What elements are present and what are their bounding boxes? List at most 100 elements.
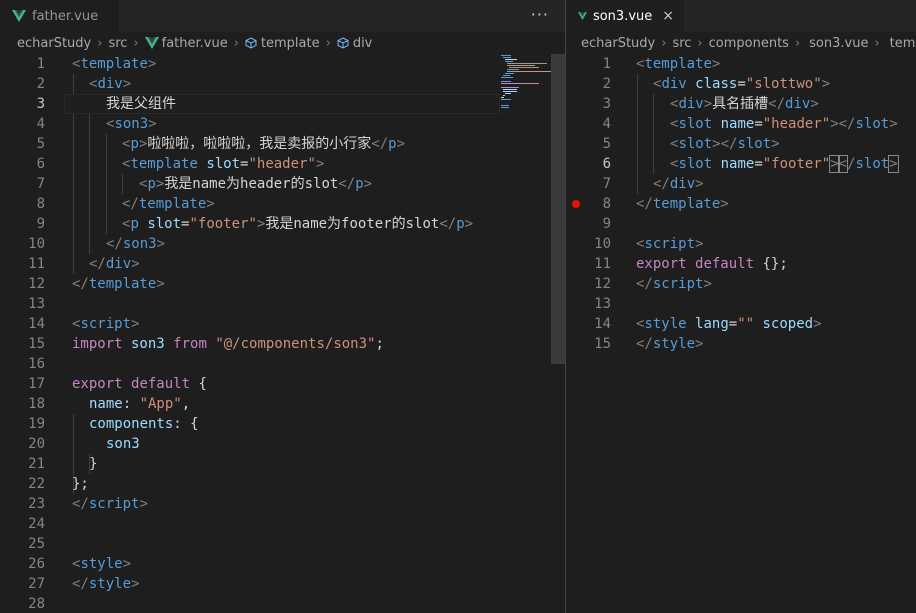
line-number: 8 (602, 196, 611, 212)
code-line: <p>我是name为header的slot</p> (139, 176, 373, 192)
code-line: <script> (72, 316, 140, 332)
code-line: 我是父组件 (106, 96, 176, 112)
line-number: 17 (28, 376, 45, 392)
line-number: 5 (36, 136, 45, 152)
code-line: <slot name="footer"></slot> (670, 155, 899, 173)
line-number: 11 (28, 256, 45, 272)
code-line: <slot name="header"></slot> (670, 116, 898, 132)
breadcrumb-item[interactable]: src (672, 36, 691, 51)
breadcrumb-item[interactable]: temp (890, 36, 916, 51)
line-number: 9 (602, 216, 611, 232)
code-line: <div>具名插槽</div> (670, 96, 819, 112)
breadcrumb-item[interactable]: echarStudy (17, 36, 91, 51)
line-number: 16 (28, 356, 45, 372)
code-line: <template> (636, 56, 721, 72)
line-number: 20 (28, 436, 45, 452)
line-number: 15 (594, 336, 611, 352)
tab-father-vue[interactable]: father.vue (0, 0, 119, 32)
line-number: 7 (36, 176, 45, 192)
breadcrumb-item[interactable]: template (261, 36, 320, 51)
code-line: <template> (72, 56, 157, 72)
code-line: components: { (89, 416, 199, 432)
vertical-scrollbar[interactable] (551, 54, 565, 364)
tab-label: father.vue (32, 8, 99, 24)
line-number: 12 (594, 276, 611, 292)
code-line: name: "App", (89, 396, 191, 412)
line-number: 15 (28, 336, 45, 352)
code-line: <style> (72, 556, 132, 572)
line-number: 1 (36, 56, 45, 72)
line-number: 27 (28, 576, 45, 592)
line-number: 5 (602, 136, 611, 152)
breadcrumb-item[interactable]: src (108, 36, 127, 51)
code-line: <div class="slottwo"> (653, 76, 831, 92)
tab-label: son3.vue (592, 8, 653, 24)
code-line: </template> (72, 276, 165, 292)
tab-son3-vue[interactable]: son3.vue × (566, 0, 684, 32)
close-icon[interactable]: × (662, 8, 674, 24)
code-line: </template> (636, 196, 729, 212)
code-editor[interactable]: 1 <template> 2 <div class="slottwo"> 3 <div… (566, 54, 916, 613)
line-number: 26 (28, 556, 45, 572)
line-number: 18 (28, 396, 45, 412)
line-number: 7 (602, 176, 611, 192)
line-number: 6 (602, 156, 611, 172)
breadcrumb-item[interactable]: echarStudy (581, 36, 655, 51)
line-number: 11 (594, 256, 611, 272)
line-number: 28 (28, 596, 45, 612)
code-line: export default {}; (636, 256, 788, 272)
line-number: 19 (28, 416, 45, 432)
code-line: <slot></slot> (670, 136, 780, 152)
code-line: import son3 from "@/components/son3"; (72, 336, 384, 352)
chevron-right-icon: › (874, 35, 880, 51)
vue-icon (144, 37, 159, 49)
line-number: 21 (28, 456, 45, 472)
line-number: 13 (28, 296, 45, 312)
left-tab-bar: father.vue ··· (0, 0, 565, 32)
breadcrumb-item[interactable]: son3.vue (809, 36, 868, 51)
code-line: <son3> (106, 116, 157, 132)
symbol-cube-icon (337, 37, 349, 49)
code-line: <style lang="" scoped> (636, 316, 822, 332)
code-line: export default { (72, 376, 207, 392)
line-number: 1 (602, 56, 611, 72)
right-tab-bar: son3.vue × (566, 0, 916, 32)
code-line: </script> (72, 496, 148, 512)
line-number: 14 (594, 316, 611, 332)
breadcrumb-item[interactable]: father.vue (162, 36, 228, 51)
line-number: 3 (602, 96, 611, 112)
left-editor-pane: father.vue ··· echarStudy › src › father… (0, 0, 565, 613)
vue-icon (578, 12, 587, 20)
line-number: 12 (28, 276, 45, 292)
code-line: </div> (89, 256, 140, 272)
breadcrumb: echarStudy › src › components › son3.vue… (566, 32, 916, 54)
code-line: <p slot="footer">我是name为footer的slot</p> (122, 216, 474, 232)
code-line: </son3> (106, 236, 166, 252)
chevron-right-icon: › (133, 35, 139, 51)
line-number: 4 (602, 116, 611, 132)
code-line: <p>啦啦啦，啦啦啦，我是卖报的小行家</p> (122, 136, 406, 152)
code-line: </template> (122, 196, 215, 212)
code-line: </script> (636, 276, 712, 292)
chevron-right-icon: › (97, 35, 103, 51)
code-line: <script> (636, 236, 704, 252)
code-line: }; (72, 476, 89, 492)
chevron-right-icon: › (697, 35, 703, 51)
chevron-right-icon: › (661, 35, 667, 51)
code-editor[interactable]: 1 <template> 2 <div> 3 我是父组件 4 <son3> 5 <p>啦啦… (0, 54, 565, 613)
right-editor-pane: son3.vue × echarStudy › src › components… (566, 0, 916, 613)
more-actions-icon[interactable]: ··· (531, 5, 549, 24)
line-number: 10 (594, 236, 611, 252)
code-line: son3 (106, 436, 140, 452)
code-line: </style> (636, 336, 704, 352)
symbol-cube-icon (245, 37, 257, 49)
breadcrumb-item[interactable]: components (709, 36, 789, 51)
minimap[interactable] (501, 54, 551, 114)
code-line: </div> (653, 176, 704, 192)
line-number: 3 (36, 96, 45, 112)
line-number: 4 (36, 116, 45, 132)
code-line: <template slot="header"> (122, 156, 325, 172)
line-number: 9 (36, 216, 45, 232)
line-number: 25 (28, 536, 45, 552)
breadcrumb-item[interactable]: div (353, 36, 373, 51)
